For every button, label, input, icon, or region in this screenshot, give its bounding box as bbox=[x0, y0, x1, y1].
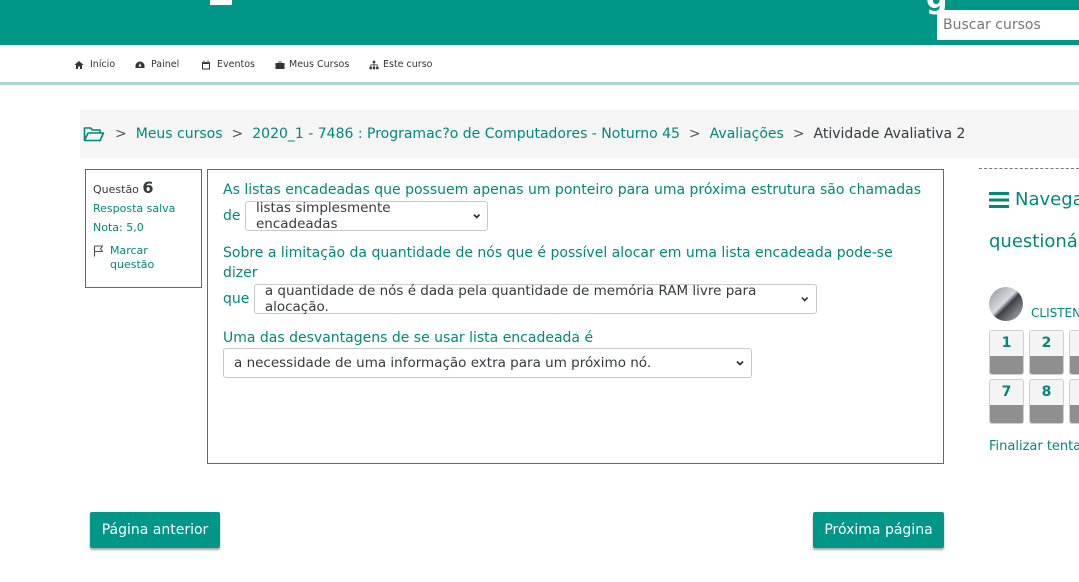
nav-item-meus-cursos[interactable]: Meus Cursos bbox=[275, 59, 349, 70]
nav-item-label: Painel bbox=[151, 59, 180, 70]
flag-label-line2: questão bbox=[110, 258, 155, 271]
question-number-label: Questão bbox=[93, 183, 139, 196]
nav-item-eventos[interactable]: Eventos bbox=[201, 59, 255, 70]
select-value: a quantidade de nós é dada pela quantida… bbox=[264, 283, 757, 315]
question-grade: Nota: 5,0 bbox=[93, 221, 144, 234]
question-3-answer-row: a necessidade de uma informação extra pa… bbox=[223, 348, 928, 378]
user-name[interactable]: CLISTEN bbox=[1031, 306, 1079, 320]
breadcrumb-item-meus-cursos[interactable]: Meus cursos bbox=[136, 126, 223, 142]
nav-item-inicio[interactable]: Início bbox=[74, 59, 115, 70]
flag-label-line1: Marcar bbox=[110, 244, 148, 257]
finish-attempt-link[interactable]: Finalizar tenta bbox=[989, 439, 1079, 454]
previous-page-button[interactable]: Página anterior bbox=[90, 512, 220, 548]
question-1-text: As listas encadeadas que possuem apenas … bbox=[223, 182, 922, 198]
question-number: Questão 6 bbox=[93, 178, 194, 197]
quiz-nav-number: 2 bbox=[1041, 335, 1052, 351]
header-logo-fragment bbox=[210, 0, 232, 5]
quiz-nav-title-text: Navega bbox=[1015, 189, 1079, 210]
quiz-nav-button-7[interactable]: 7 bbox=[989, 379, 1024, 424]
quiz-nav-state-bar bbox=[1070, 356, 1079, 374]
quiz-nav-title: Navega bbox=[989, 189, 1079, 210]
quiz-nav-button-9[interactable] bbox=[1069, 379, 1079, 424]
nav-item-este-curso[interactable]: Este curso bbox=[369, 59, 432, 70]
nav-item-label: Meus Cursos bbox=[289, 59, 350, 70]
quiz-nav-state-bar bbox=[1030, 405, 1063, 423]
breadcrumb-separator: > bbox=[231, 126, 244, 142]
flag-question-button[interactable]: Marcar questão bbox=[93, 244, 194, 272]
question-2-select[interactable]: a quantidade de nós é dada pela quantida… bbox=[253, 283, 817, 315]
question-2-text-suffix: que bbox=[223, 291, 250, 307]
nav-item-label: Este curso bbox=[383, 59, 433, 70]
next-page-button[interactable]: Próxima página bbox=[813, 512, 944, 548]
breadcrumb: > Meus cursos > 2020_1 - 7486 : Programa… bbox=[80, 110, 1079, 158]
top-header: g bbox=[0, 0, 1079, 45]
breadcrumb-separator: > bbox=[688, 126, 701, 142]
flag-icon bbox=[93, 245, 104, 257]
quiz-nav-number: 7 bbox=[1001, 384, 1012, 400]
select-value: a necessidade de uma informação extra pa… bbox=[234, 355, 652, 371]
breadcrumb-separator: > bbox=[115, 126, 127, 142]
quiz-navigation-block: Navega questionár CLISTEN 1 2 7 8 Finali… bbox=[979, 168, 1079, 488]
question-state: Resposta salva bbox=[93, 202, 176, 215]
question-1-text-suffix: de bbox=[223, 208, 241, 224]
question-3-select[interactable]: a necessidade de uma informação extra pa… bbox=[223, 348, 752, 378]
breadcrumb-separator: > bbox=[792, 126, 805, 142]
quiz-nav-button-1[interactable]: 1 bbox=[989, 330, 1024, 375]
quiz-nav-number: 8 bbox=[1041, 384, 1052, 400]
sitemap-icon bbox=[369, 60, 379, 69]
nav-item-label: Eventos bbox=[217, 59, 255, 70]
hamburger-icon bbox=[989, 191, 1009, 208]
chevron-down-icon bbox=[472, 213, 480, 219]
question-content: As listas encadeadas que possuem apenas … bbox=[207, 169, 944, 464]
question-3-text: Uma das desvantagens de se usar lista en… bbox=[223, 330, 594, 346]
quiz-nav-title-line2: questionár bbox=[989, 231, 1079, 252]
quiz-nav-state-bar bbox=[1070, 405, 1079, 423]
avatar bbox=[989, 287, 1023, 321]
breadcrumb-current: Atividade Avaliativa 2 bbox=[813, 126, 966, 142]
search-courses-input[interactable] bbox=[937, 10, 1079, 40]
quiz-nav-button-8[interactable]: 8 bbox=[1029, 379, 1064, 424]
quiz-nav-button-3[interactable] bbox=[1069, 330, 1079, 375]
question-2-answer-row: que a quantidade de nós é dada pela quan… bbox=[223, 283, 928, 315]
breadcrumb-item-avaliacoes[interactable]: Avaliações bbox=[710, 126, 784, 142]
quiz-nav-button-2[interactable]: 2 bbox=[1029, 330, 1064, 375]
briefcase-icon bbox=[275, 61, 285, 69]
home-icon bbox=[74, 60, 84, 69]
question-2-text: Sobre a limitação da quantidade de nós q… bbox=[223, 245, 893, 281]
dashboard-icon bbox=[135, 61, 145, 68]
nav-item-label: Início bbox=[90, 59, 116, 70]
calendar-icon bbox=[202, 60, 210, 69]
chevron-down-icon bbox=[801, 296, 809, 302]
folder-open-icon bbox=[83, 127, 105, 142]
breadcrumb-item-course[interactable]: 2020_1 - 7486 : Programac?o de Computado… bbox=[252, 126, 680, 142]
question-info-panel: Questão 6 Resposta salva Nota: 5,0 Marca… bbox=[85, 169, 202, 288]
course-navbar: Início Painel Eventos Meus Cursos Este c… bbox=[0, 45, 1079, 85]
nav-item-painel[interactable]: Painel bbox=[135, 59, 179, 70]
quiz-nav-number bbox=[1070, 331, 1079, 356]
chevron-down-icon bbox=[736, 360, 744, 366]
question-1-select[interactable]: listas simplesmente encadeadas bbox=[244, 200, 488, 232]
quiz-nav-number bbox=[1070, 380, 1079, 405]
quiz-nav-number: 1 bbox=[1001, 335, 1012, 351]
question-number-value: 6 bbox=[142, 178, 154, 197]
quiz-nav-state-bar bbox=[990, 356, 1023, 374]
quiz-nav-state-bar bbox=[990, 405, 1023, 423]
select-value: listas simplesmente encadeadas bbox=[255, 200, 391, 232]
quiz-nav-state-bar bbox=[1030, 356, 1063, 374]
question-1-answer-row: de listas simplesmente encadeadas bbox=[223, 200, 928, 232]
